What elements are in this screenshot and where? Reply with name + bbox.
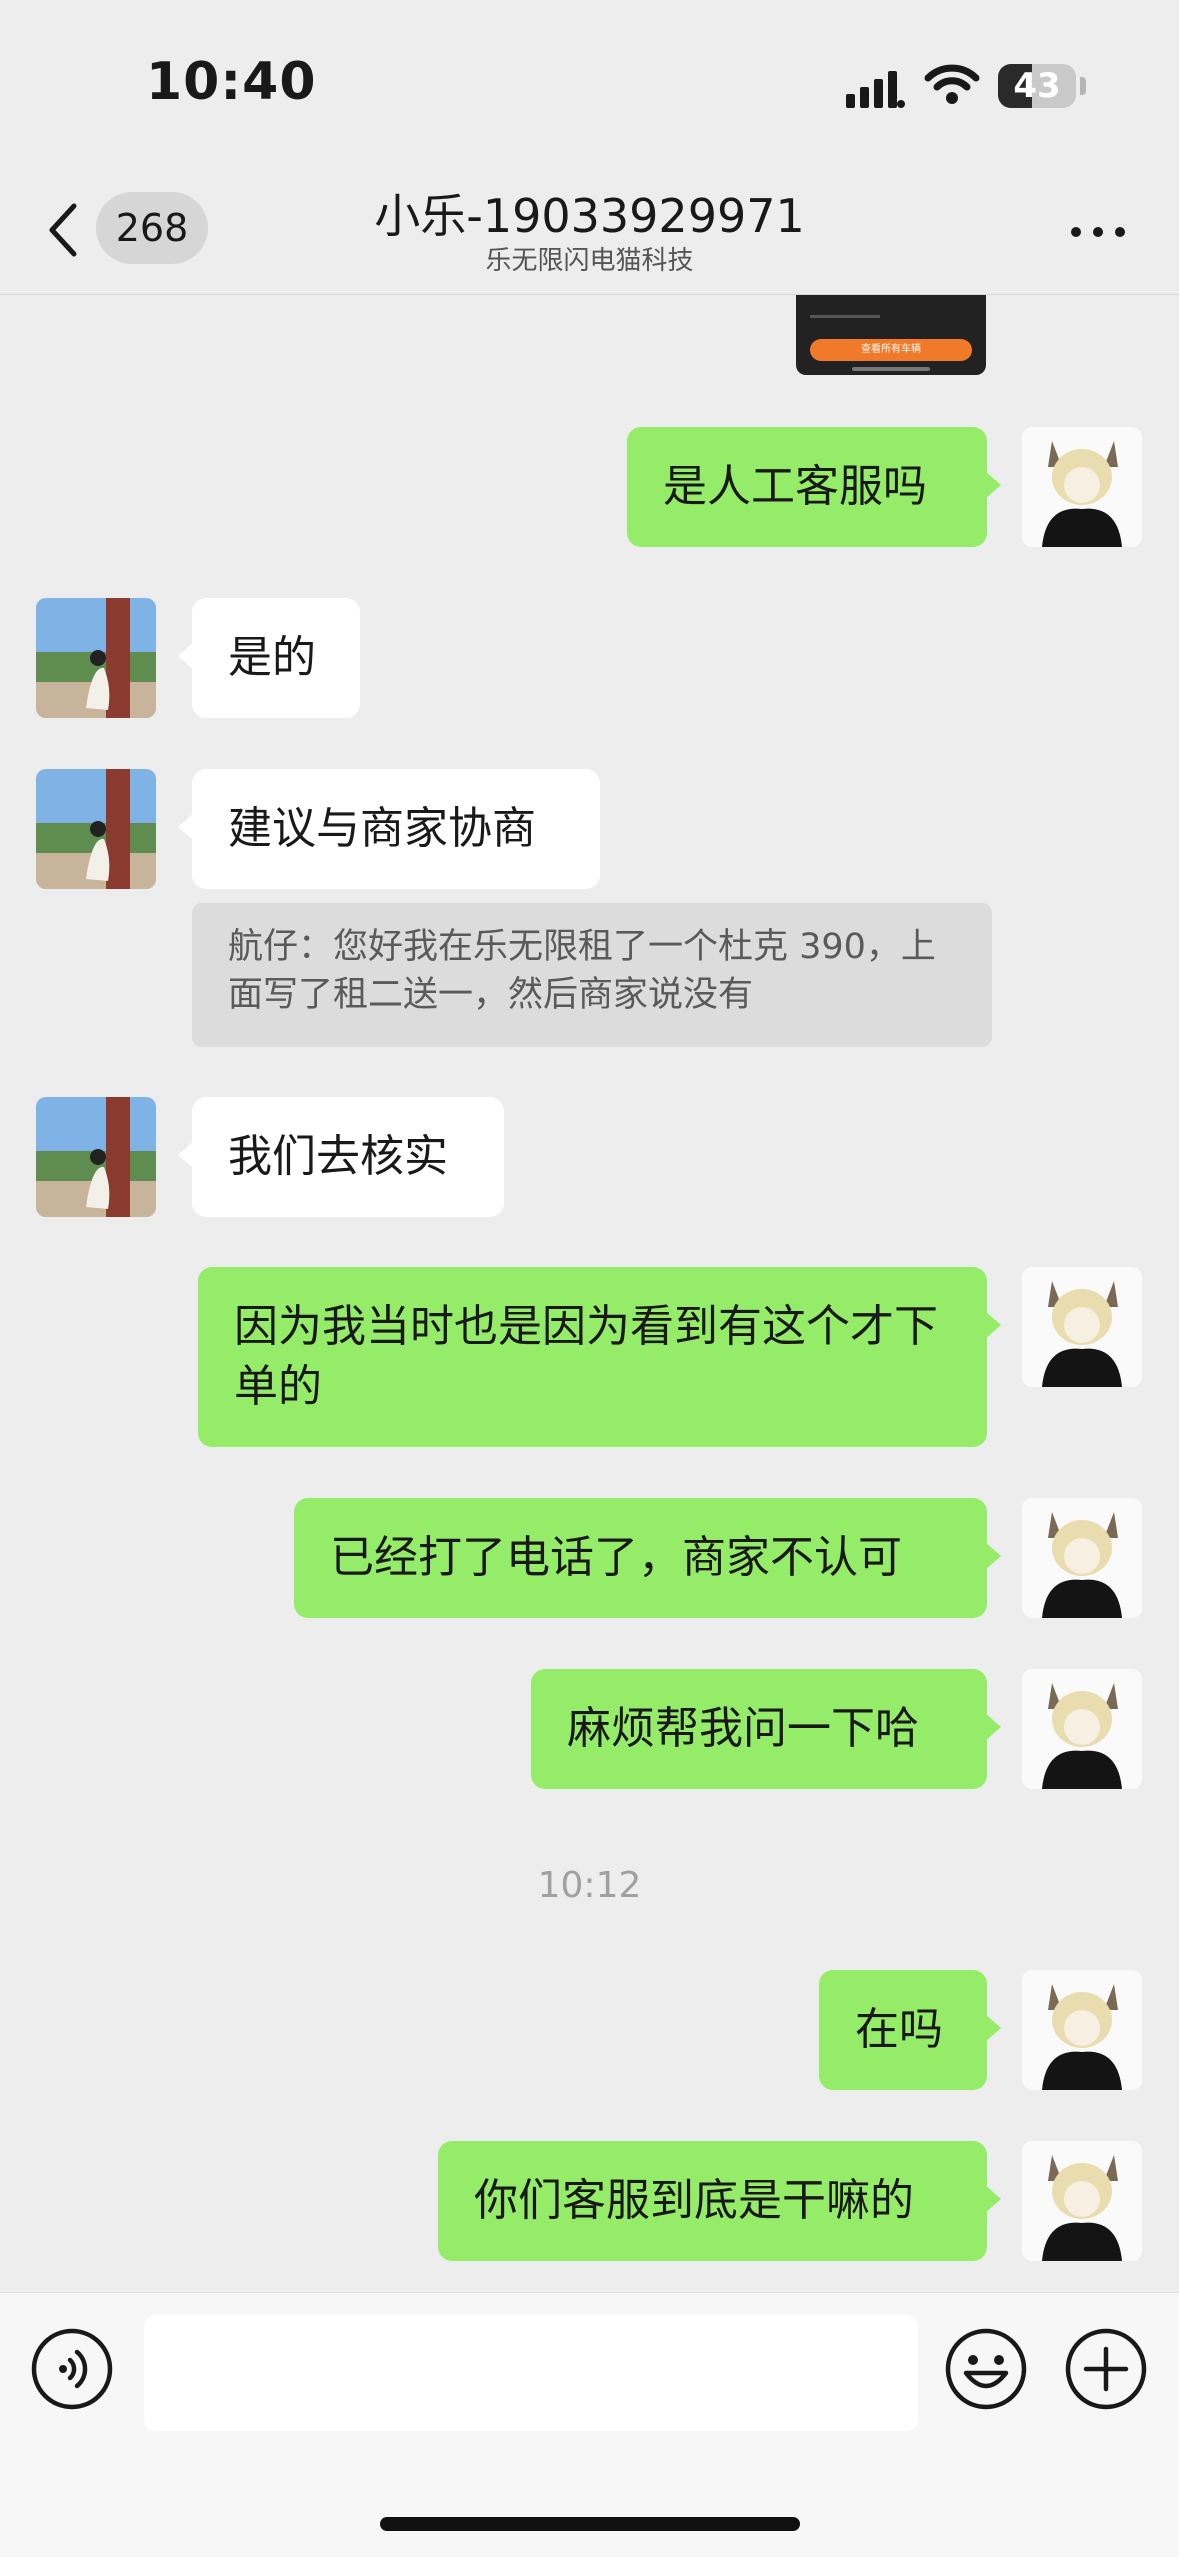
voice-icon[interactable]: [30, 2327, 114, 2411]
my-avatar[interactable]: [1022, 1267, 1142, 1387]
card-text-line: [810, 315, 880, 318]
message-bubble-outgoing[interactable]: 已经打了电话了，商家不认可: [294, 1498, 1001, 1618]
input-bar: [0, 2292, 1179, 2557]
message-bubble-outgoing[interactable]: 因为我当时也是因为看到有这个才下单的: [198, 1267, 1001, 1447]
more-icon[interactable]: [1068, 222, 1128, 242]
message-bubble-incoming[interactable]: 我们去核实: [178, 1097, 504, 1217]
chat-subtitle: 乐无限闪电猫科技: [485, 246, 694, 276]
status-bar: 10:40 43: [0, 0, 1179, 170]
battery-cap: [1080, 77, 1086, 95]
message-bubble-outgoing[interactable]: 是人工客服吗: [627, 427, 1001, 547]
my-avatar[interactable]: [1022, 2141, 1142, 2261]
my-avatar[interactable]: [1022, 427, 1142, 547]
battery-icon: 43: [998, 64, 1076, 108]
battery-percent: 43: [1013, 66, 1061, 106]
message-bubble-outgoing[interactable]: 你们客服到底是干嘛的: [438, 2141, 1001, 2261]
signal-icon: [846, 71, 905, 108]
contact-avatar[interactable]: [36, 1097, 156, 1217]
message-input[interactable]: [144, 2315, 918, 2431]
chat-title: 小乐-19033929971: [374, 189, 805, 243]
wifi-icon: [924, 64, 980, 104]
my-avatar[interactable]: [1022, 1669, 1142, 1789]
plus-icon[interactable]: [1064, 2327, 1148, 2411]
partial-image-card[interactable]: 查看所有车辆: [796, 295, 986, 375]
message-bubble-incoming[interactable]: 是的: [178, 598, 360, 718]
chat-header: 268 小乐-19033929971 乐无限闪电猫科技: [0, 170, 1179, 295]
my-avatar[interactable]: [1022, 1970, 1142, 2090]
message-timestamp: 10:12: [537, 1865, 642, 1906]
home-indicator: [380, 2517, 800, 2531]
my-avatar[interactable]: [1022, 1498, 1142, 1618]
message-bubble-incoming[interactable]: 建议与商家协商: [178, 769, 600, 889]
contact-avatar[interactable]: [36, 598, 156, 718]
contact-avatar[interactable]: [36, 769, 156, 889]
quoted-message[interactable]: 航仔：您好我在乐无限租了一个杜克 390，上面写了租二送一，然后商家说没有: [192, 903, 992, 1047]
emoji-icon[interactable]: [944, 2327, 1028, 2411]
card-home-bar: [852, 367, 930, 371]
status-time: 10:40: [146, 52, 317, 112]
message-bubble-outgoing[interactable]: 麻烦帮我问一下哈: [531, 1669, 1001, 1789]
message-bubble-outgoing[interactable]: 在吗: [819, 1970, 1001, 2090]
card-button: 查看所有车辆: [810, 339, 972, 361]
message-list[interactable]: 查看所有车辆 是人工客服吗 是的 建议与商家协商 航仔：您好我在乐无限租了一个杜…: [0, 295, 1179, 2292]
